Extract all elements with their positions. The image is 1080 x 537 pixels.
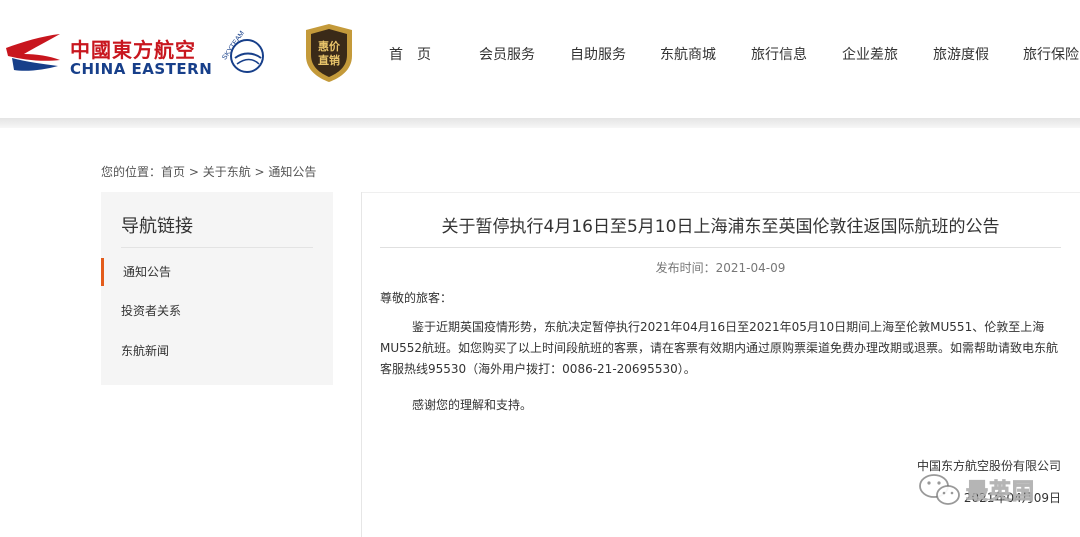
breadcrumb-separator: >	[250, 165, 269, 179]
watermark: 最英国	[918, 472, 1066, 512]
publish-date: 发布时间：2021-04-09	[380, 259, 1061, 276]
sidebar-divider	[121, 247, 313, 248]
sidebar-item-news[interactable]: 东航新闻	[101, 337, 333, 365]
nav-item-member-services[interactable]: 会员服务	[479, 44, 535, 64]
article-body: 鉴于近期英国疫情形势，东航决定暂停执行2021年04月16日至2021年05月1…	[380, 320, 1059, 376]
publish-date-value: 2021-04-09	[715, 261, 786, 275]
breadcrumb-about[interactable]: 关于东航	[203, 165, 251, 179]
breadcrumb-notices[interactable]: 通知公告	[268, 165, 316, 179]
breadcrumb-prefix: 您的位置：	[101, 165, 162, 179]
nav-item-corporate-travel[interactable]: 企业差旅	[842, 44, 898, 64]
brand-name-en: CHINA EASTERN	[70, 60, 213, 78]
sidebar-item-investor-relations[interactable]: 投资者关系	[101, 297, 333, 325]
swallow-logo-icon	[6, 34, 60, 71]
svg-text:SKYTEAM: SKYTEAM	[221, 30, 246, 61]
article-thanks: 感谢您的理解和支持。	[412, 398, 533, 412]
nav-item-holidays[interactable]: 旅游度假	[933, 44, 989, 64]
content-left-border	[361, 192, 362, 537]
nav-item-travel-info[interactable]: 旅行信息	[751, 44, 807, 64]
sidebar-item-label: 投资者关系	[121, 304, 182, 318]
content-top-border	[361, 192, 1080, 193]
sidebar-item-label: 东航新闻	[121, 344, 170, 358]
article-title: 关于暂停执行4月16日至5月10日上海浦东至英国伦敦往返国际航班的公告	[441, 217, 1000, 237]
nav-item-home[interactable]: 首 页	[389, 44, 431, 64]
breadcrumb: 您的位置：首页 > 关于东航 > 通知公告	[101, 163, 316, 180]
sidebar-item-label: 通知公告	[123, 265, 172, 279]
watermark-text: 最英国	[965, 480, 1036, 506]
title-divider	[380, 247, 1061, 248]
china-eastern-logo[interactable]: 中國東方航空 CHINA EASTERN	[4, 28, 212, 78]
main-nav: 首 页 会员服务 自助服务 东航商城 旅行信息 企业差旅 旅游度假 旅行保险	[372, 44, 1080, 64]
skyteam-icon: SKYTEAM	[221, 30, 264, 73]
site-header: 中國東方航空 CHINA EASTERN SKYTEAM 惠价 直销 首 页 会…	[0, 0, 1080, 118]
nav-item-travel-insurance[interactable]: 旅行保险	[1023, 44, 1079, 64]
skyteam-logo[interactable]: SKYTEAM	[219, 30, 269, 78]
article-greeting: 尊敬的旅客：	[380, 291, 453, 305]
publish-date-label: 发布时间：	[655, 261, 716, 275]
badge-shield-icon: 惠价 直销	[306, 24, 352, 82]
svg-text:直销: 直销	[318, 53, 340, 67]
sidebar-title: 导航链接	[121, 216, 193, 237]
direct-sale-badge[interactable]: 惠价 直销	[300, 22, 358, 84]
breadcrumb-separator: >	[185, 165, 203, 179]
brand-name-cn: 中國東方航空	[70, 38, 196, 62]
header-shadow	[0, 118, 1080, 128]
nav-item-self-service[interactable]: 自助服务	[570, 44, 626, 64]
sidebar: 导航链接 通知公告 投资者关系 东航新闻	[101, 192, 333, 385]
wechat-icon	[919, 474, 960, 505]
svg-text:惠价: 惠价	[318, 39, 341, 53]
sidebar-item-notices[interactable]: 通知公告	[101, 258, 336, 286]
breadcrumb-home[interactable]: 首页	[161, 165, 185, 179]
nav-item-mall[interactable]: 东航商城	[660, 44, 716, 64]
